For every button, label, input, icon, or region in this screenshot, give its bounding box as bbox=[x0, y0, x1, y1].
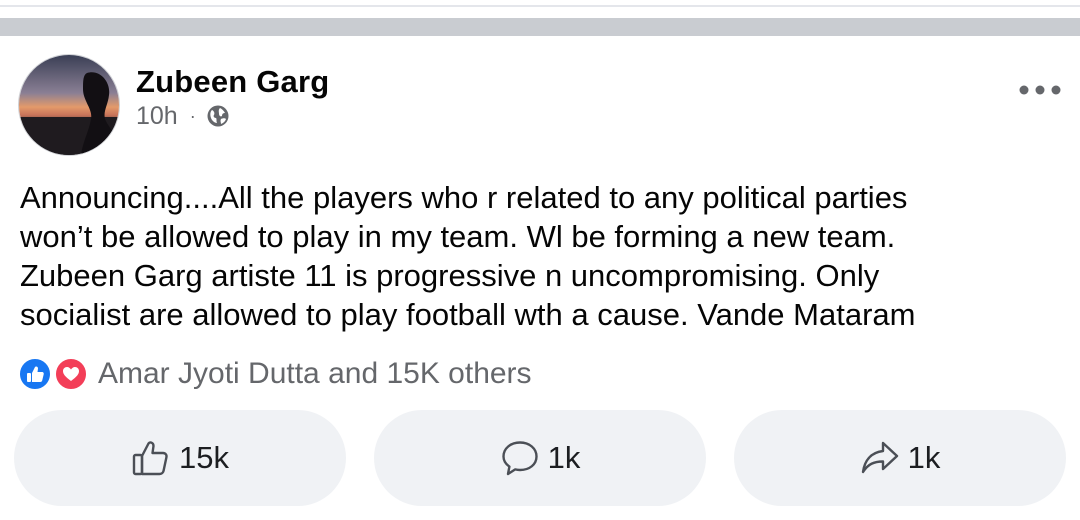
globe-icon[interactable] bbox=[206, 104, 230, 128]
more-options-button[interactable] bbox=[1018, 78, 1062, 102]
post-meta: 10h · bbox=[136, 101, 230, 131]
meta-separator: · bbox=[189, 105, 196, 126]
reactions-summary-text[interactable]: Amar Jyoti Dutta and 15K others bbox=[98, 357, 532, 391]
more-horizontal-icon bbox=[1019, 85, 1061, 95]
post-timestamp[interactable]: 10h bbox=[136, 102, 178, 131]
comment-bubble-icon bbox=[500, 438, 540, 478]
comment-count: 1k bbox=[547, 440, 581, 475]
love-reaction-icon bbox=[54, 357, 88, 391]
avatar[interactable] bbox=[18, 54, 120, 156]
thumbs-up-icon bbox=[131, 438, 171, 478]
reactions-summary[interactable]: Amar Jyoti Dutta and 15K others bbox=[18, 356, 532, 392]
share-button[interactable]: 1k bbox=[734, 410, 1066, 506]
top-divider bbox=[0, 5, 1080, 7]
reaction-icons bbox=[18, 356, 94, 392]
post-text: Announcing....All the players who r rela… bbox=[20, 180, 916, 332]
author-name[interactable]: Zubeen Garg bbox=[136, 64, 329, 100]
like-count: 15k bbox=[179, 440, 229, 475]
feed-separator bbox=[0, 18, 1080, 36]
share-arrow-icon bbox=[860, 438, 900, 478]
comment-button[interactable]: 1k bbox=[374, 410, 706, 506]
like-reaction-icon bbox=[18, 357, 52, 391]
like-button[interactable]: 15k bbox=[14, 410, 346, 506]
post-screen: Zubeen Garg 10h · Announcing....All the … bbox=[0, 0, 1080, 520]
share-count: 1k bbox=[907, 440, 941, 475]
